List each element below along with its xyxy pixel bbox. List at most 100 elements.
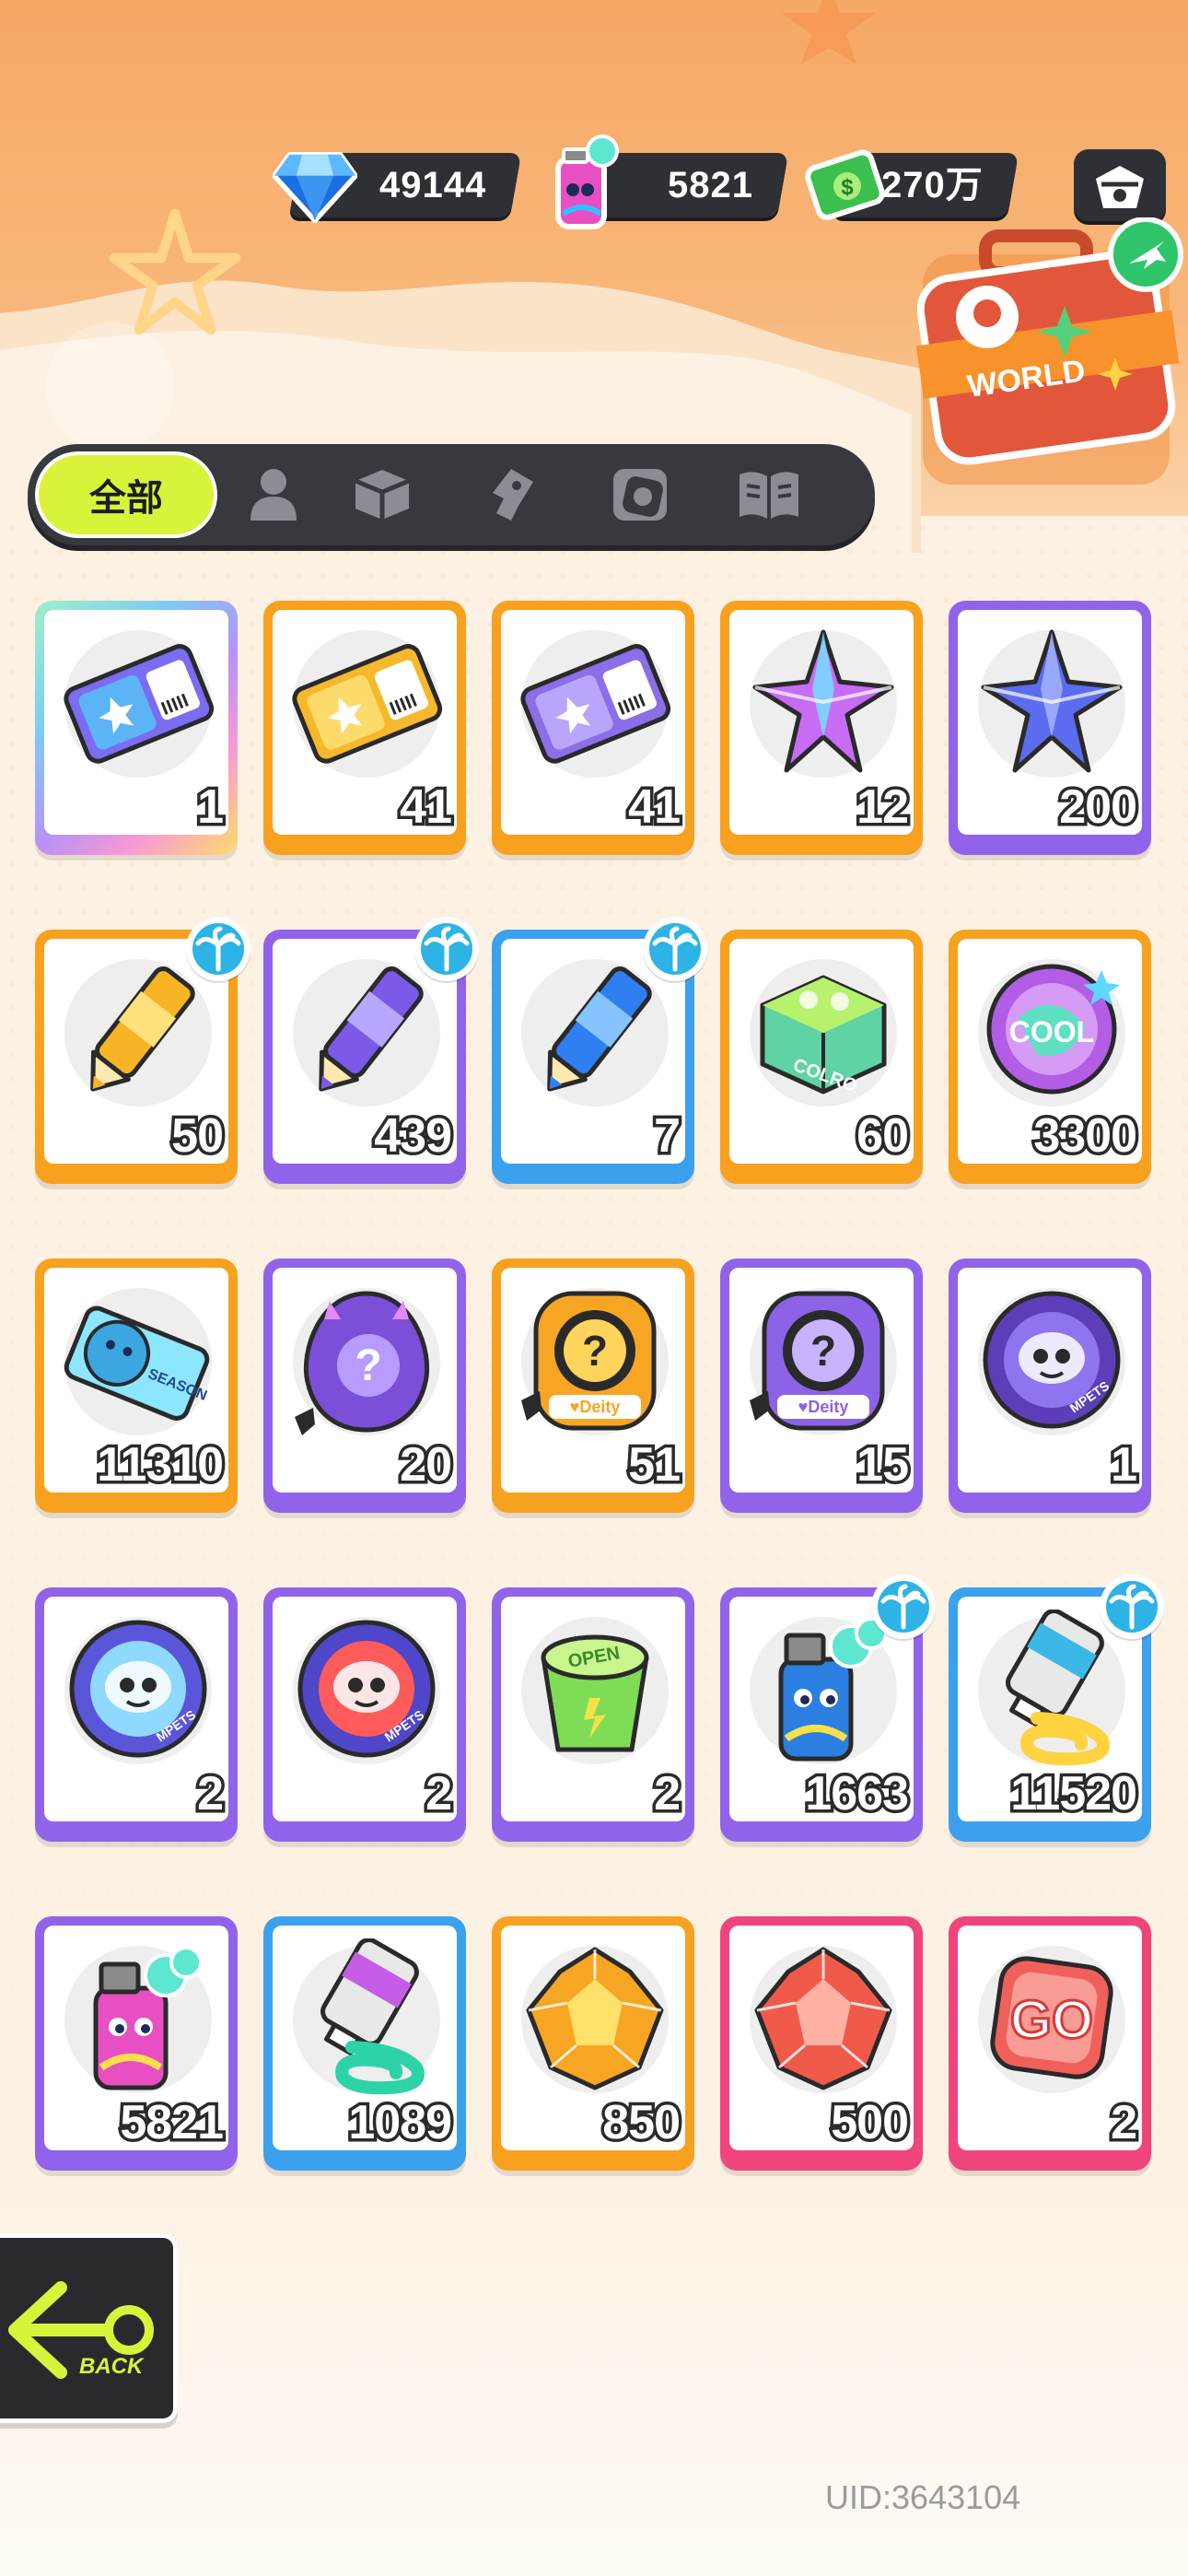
item-card-blue-star-crystal[interactable]: 200 [949, 601, 1151, 855]
item-count: 439 [371, 1107, 456, 1165]
spray-can-icon [555, 135, 619, 229]
item-count: 15 [854, 1436, 913, 1493]
item-count: 2 [194, 1765, 227, 1822]
tab-book[interactable] [728, 453, 810, 536]
item-card-open-cup[interactable]: OPEN 2 [492, 1587, 694, 1842]
tab-all[interactable]: 全部 [35, 451, 217, 538]
palm-tree-badge-icon [414, 917, 479, 981]
item-count: 41 [397, 779, 456, 836]
crayon-icon [547, 966, 652, 1092]
item-card-rainbow-star-crystal[interactable]: 12 [720, 601, 923, 855]
item-card-purple-ticket[interactable]: 41 [492, 601, 694, 855]
back-label: BACK [79, 2354, 144, 2379]
back-button[interactable]: BACK [0, 2233, 178, 2423]
egg-icon: ? [295, 1291, 430, 1435]
item-card-inner: 12 [729, 610, 914, 835]
item-card-inner: MPETS 2 [44, 1597, 228, 1821]
spray-paint-count: 5821 [668, 165, 753, 205]
book-icon [740, 472, 798, 519]
item-count: 2 [651, 1765, 684, 1822]
item-count: 51 [625, 1436, 684, 1493]
tab-character[interactable] [232, 453, 315, 536]
svg-text:♥Deity: ♥Deity [570, 1398, 621, 1416]
item-count: 11310 [94, 1436, 227, 1493]
item-card-purple-crayon[interactable]: 439 [263, 917, 479, 1184]
svg-text:?: ? [582, 1327, 608, 1375]
svg-text:COOL: COOL [1009, 1015, 1094, 1048]
inventory-grid: 1 41 41 12 200 50 439 7 COLRO 60 COOL 33… [35, 601, 1164, 2176]
item-card-gold-gem[interactable]: 850 [492, 1916, 694, 2171]
item-count: 850 [600, 2094, 684, 2151]
item-card-spray-can-pink[interactable]: 5821 [35, 1916, 238, 2171]
item-count: 12 [854, 779, 913, 836]
item-count: 7 [651, 1107, 684, 1165]
svg-text:?: ? [810, 1327, 836, 1375]
gem-icon [526, 1947, 664, 2090]
box-icon [355, 470, 410, 520]
item-card-rainbow-ticket[interactable]: 1 [35, 601, 238, 855]
item-card-go-dice[interactable]: GO 2 [949, 1916, 1151, 2171]
palm-tree-badge-icon [643, 917, 707, 981]
tab-spray[interactable] [470, 453, 553, 536]
item-card-paint-tube-green[interactable]: 11520 [949, 1575, 1164, 1842]
item-count: 60 [854, 1107, 913, 1165]
shop-button[interactable] [1074, 149, 1166, 221]
diamond-count: 49144 [379, 165, 486, 205]
gem-icon [754, 1947, 892, 2090]
item-card-color-block[interactable]: COLRO 60 [720, 930, 923, 1184]
mystery-icon: ? ♥Deity [750, 1291, 885, 1431]
item-count: 2 [1108, 2094, 1141, 2151]
item-count: 500 [828, 2094, 913, 2151]
item-card-blue-crayon[interactable]: 7 [492, 917, 707, 1184]
svg-text:$: $ [841, 175, 854, 200]
item-count: 2 [423, 1765, 456, 1822]
item-card-inner: 850 [501, 1926, 685, 2150]
item-card-inner: ? ♥Deity 51 [501, 1268, 685, 1493]
item-card-inner: MPETS 2 [273, 1597, 457, 1821]
palm-tree-badge-icon [871, 1575, 936, 1639]
category-tab-bar: 全部 [28, 444, 875, 545]
item-count: 5821 [117, 2094, 227, 2151]
item-card-inner: ? ♥Deity 15 [729, 1268, 914, 1493]
item-card-inner: COOL 3300 [958, 939, 1142, 1164]
ticket-icon [520, 644, 671, 764]
star-crystal-icon [752, 629, 894, 773]
item-card-inner: ? 20 [273, 1268, 457, 1493]
tab-box[interactable] [341, 453, 424, 536]
spray-can-icon [93, 1946, 203, 2090]
user-id: UID:3643104 [825, 2478, 1021, 2516]
item-card-pet-ball-shark[interactable]: MPETS 2 [263, 1587, 466, 1842]
dice-icon: GO [990, 1956, 1113, 2079]
item-count: 11520 [1007, 1765, 1141, 1822]
item-card-deity-mystery-gold[interactable]: ? ♥Deity 51 [492, 1259, 694, 1513]
item-card-pet-ball-cat[interactable]: MPETS 1 [949, 1259, 1151, 1513]
pet-ball-icon: MPETS [983, 1291, 1121, 1429]
item-card-yellow-crayon[interactable]: 50 [35, 917, 250, 1184]
item-card-inner: 200 [958, 610, 1142, 835]
cup-icon: OPEN [541, 1634, 649, 1752]
tab-sticker[interactable] [599, 453, 681, 536]
item-count: 50 [169, 1107, 227, 1165]
sticker-icon [613, 469, 667, 521]
item-card-red-gem[interactable]: 500 [720, 1916, 923, 2171]
world-travel-button[interactable]: WORLD [903, 217, 1188, 494]
season-ticket-icon: SEASON [64, 1306, 210, 1421]
item-card-inner: 41 [273, 610, 457, 835]
item-card-season-ticket[interactable]: SEASON 11310 [35, 1259, 238, 1513]
item-count: 41 [625, 779, 684, 836]
paint-tube-icon [320, 1938, 425, 2095]
item-card-spray-can-blue[interactable]: 1663 [720, 1575, 936, 1842]
item-card-mystery-egg[interactable]: ? 20 [263, 1259, 466, 1513]
badge-icon: COOL [986, 964, 1120, 1095]
item-card-inner: SEASON 11310 [44, 1268, 228, 1493]
suitcase-icon: WORLD [915, 217, 1183, 485]
item-card-gold-ticket[interactable]: 41 [263, 601, 466, 855]
shop-icon [1096, 166, 1144, 208]
star-crystal-icon [981, 629, 1123, 773]
star-doodle-icon [109, 208, 241, 335]
item-card-paint-tube-rainbow[interactable]: 1089 [263, 1916, 466, 2171]
item-card-deity-mystery-purple[interactable]: ? ♥Deity 15 [720, 1259, 923, 1513]
item-card-pet-ball-fish[interactable]: MPETS 2 [35, 1587, 238, 1842]
item-card-cool-badge[interactable]: COOL 3300 [949, 930, 1151, 1184]
crayon-icon [319, 966, 424, 1092]
